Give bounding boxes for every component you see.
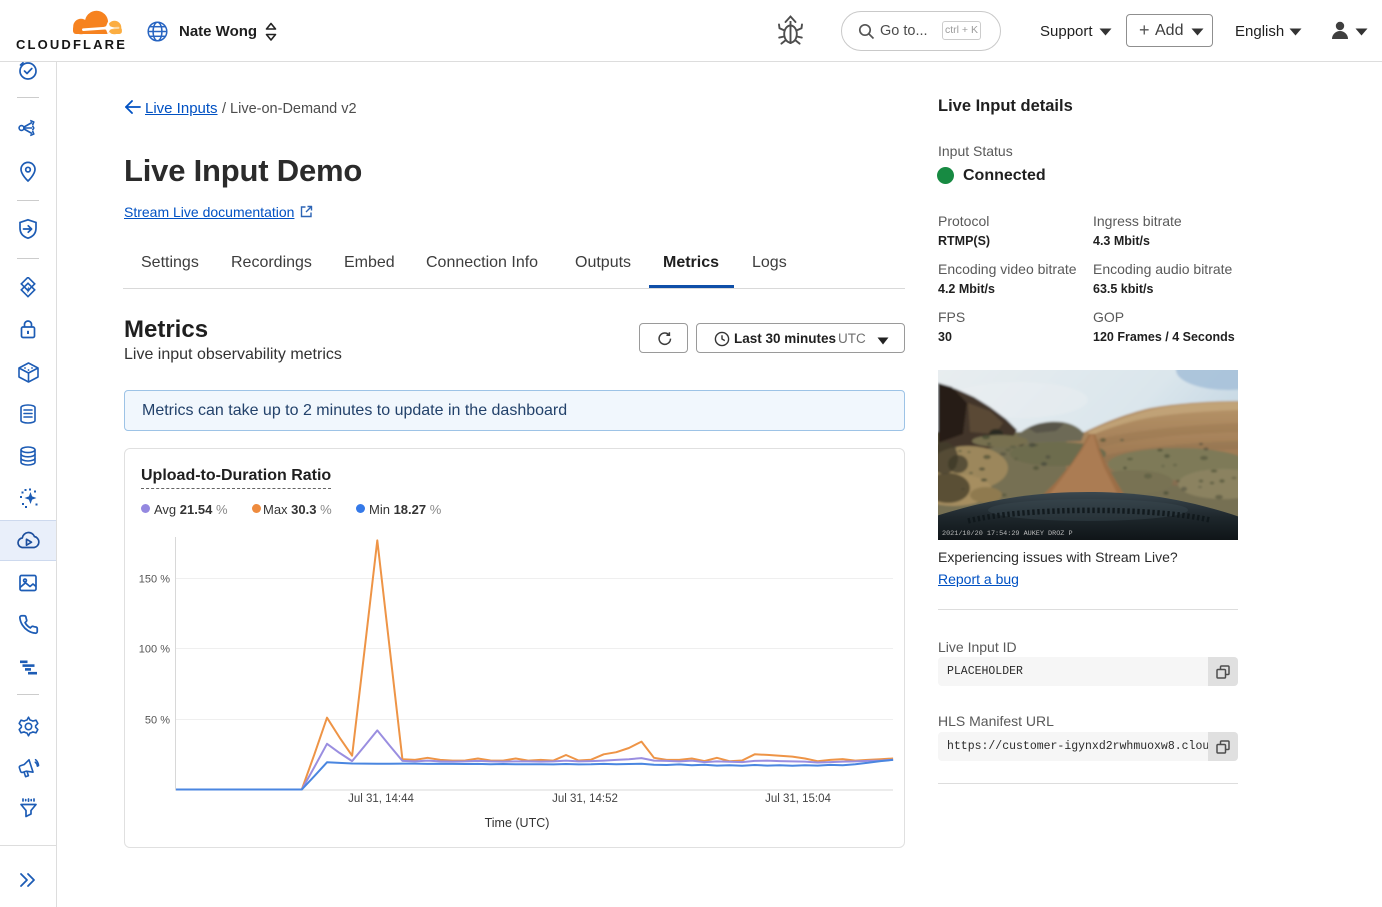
svg-text:Jul 31, 15:04: Jul 31, 15:04 [765,793,831,805]
svg-text:2021/10/20 17:54:29 AUKEY DROZ: 2021/10/20 17:54:29 AUKEY DROZ P [942,530,1073,538]
svg-text:CLOUDFLARE: CLOUDFLARE [16,37,126,50]
svg-text:100 %: 100 % [139,644,170,656]
svg-text:50 %: 50 % [145,715,170,727]
svg-text:Jul 31, 14:52: Jul 31, 14:52 [552,793,618,805]
svg-text:Jul 31, 14:44: Jul 31, 14:44 [348,793,414,805]
svg-text:150 %: 150 % [139,574,170,586]
svg-text:Time (UTC): Time (UTC) [485,816,550,830]
